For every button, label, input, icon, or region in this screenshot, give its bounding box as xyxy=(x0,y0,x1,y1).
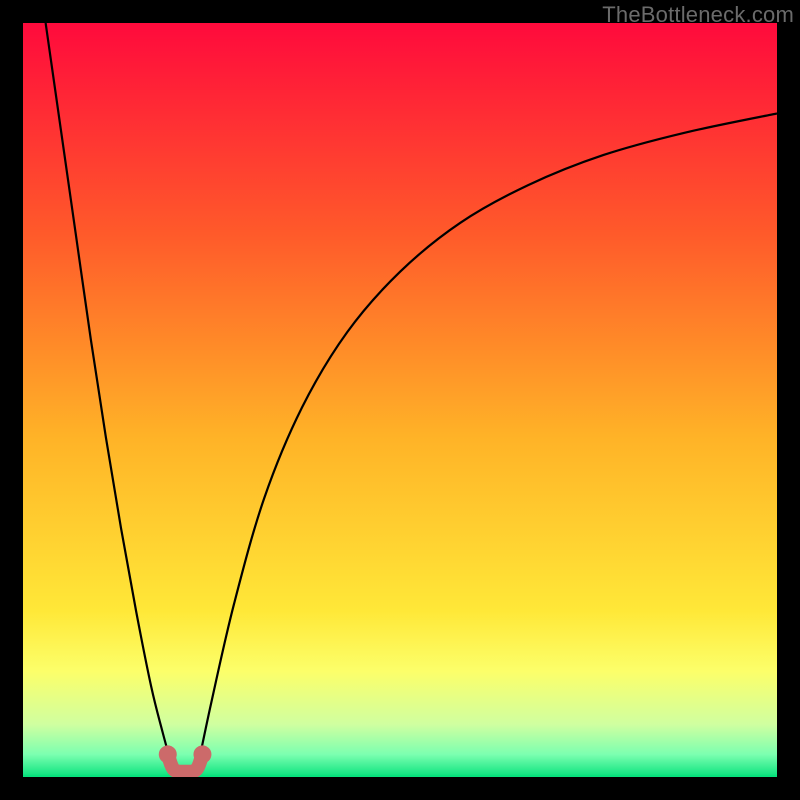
marker-dot xyxy=(193,745,211,763)
gradient-background xyxy=(23,23,777,777)
watermark-text: TheBottleneck.com xyxy=(602,2,794,28)
chart-frame xyxy=(23,23,777,777)
bottleneck-chart xyxy=(23,23,777,777)
floor-band xyxy=(23,775,777,777)
marker-dot xyxy=(159,745,177,763)
